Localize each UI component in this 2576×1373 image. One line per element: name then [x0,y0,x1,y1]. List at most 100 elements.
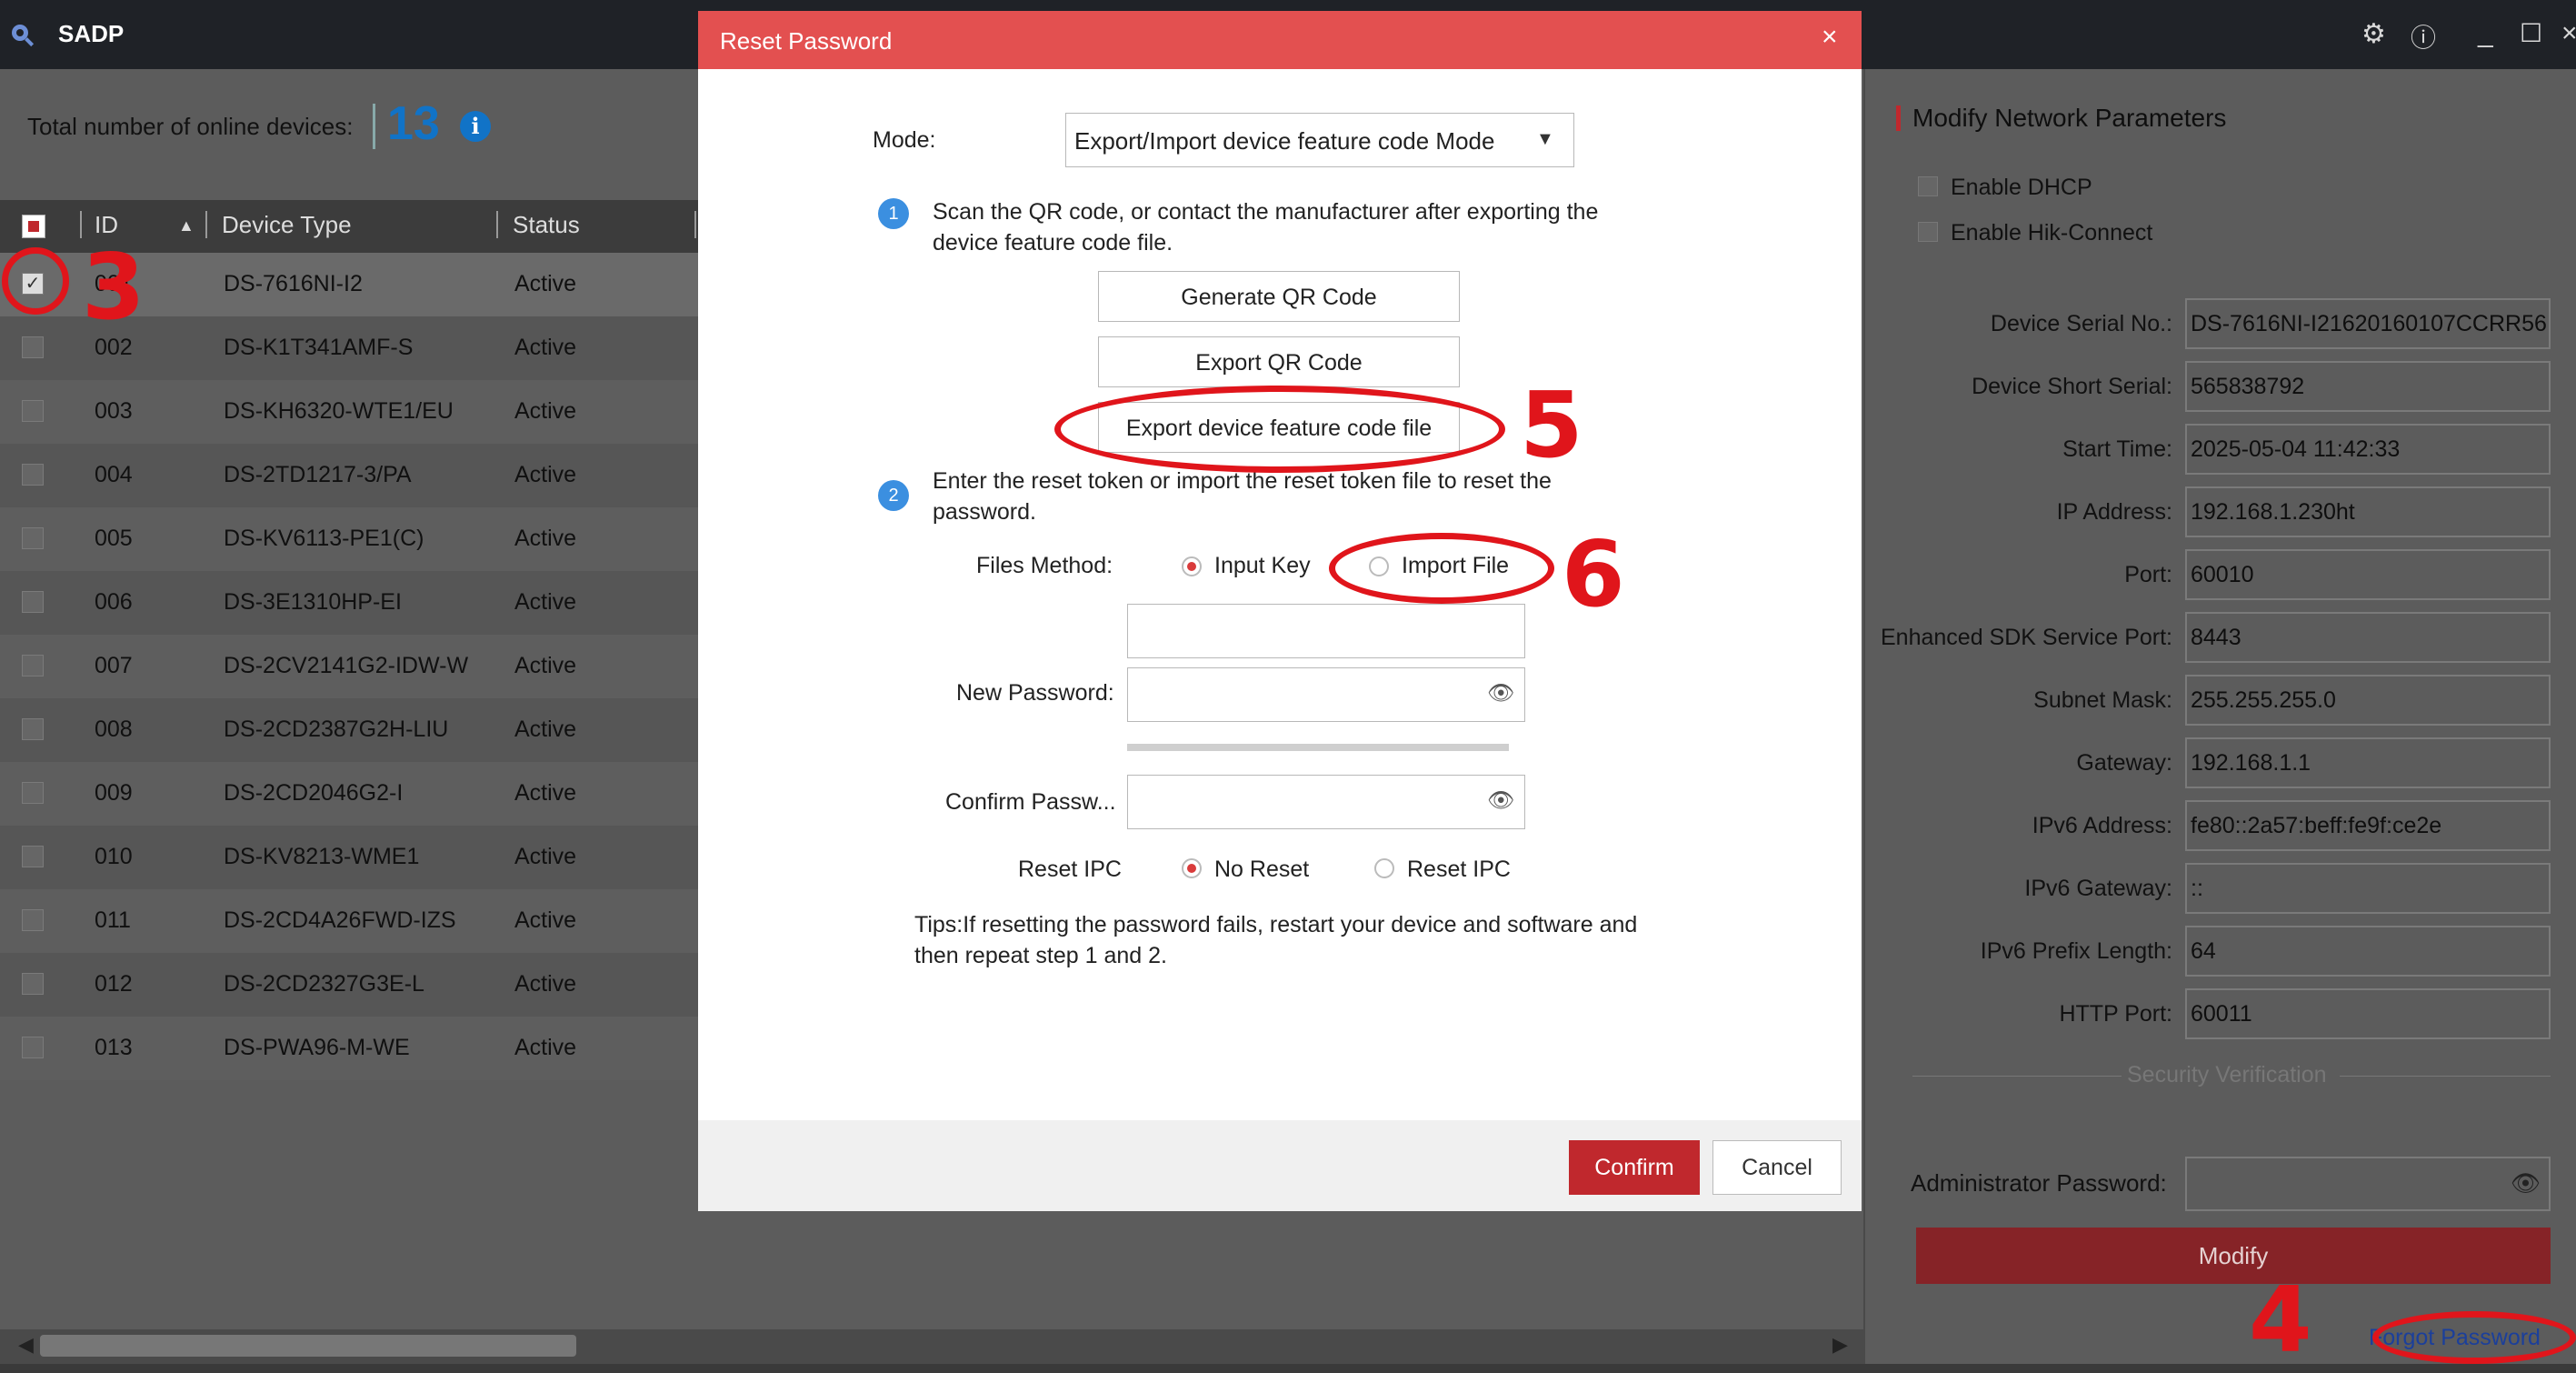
row-id: 011 [95,907,131,933]
eye-icon[interactable]: 👁 [2511,1169,2541,1198]
step-1-text-line-1: Scan the QR code, or contact the manufac… [933,199,1599,225]
scroll-left-icon[interactable]: ◀ [18,1333,34,1357]
confirm-password-label: Confirm Passw... [945,789,1116,815]
annotation-ring-3 [2,247,69,315]
tips-line-2: then repeat step 1 and 2. [914,943,1167,968]
cancel-button[interactable]: Cancel [1712,1140,1842,1195]
row-checkbox[interactable] [22,909,44,931]
confirm-password-input[interactable] [1127,775,1525,829]
row-checkbox[interactable] [22,591,44,613]
password-strength-bar [1127,744,1509,751]
row-checkbox[interactable] [22,655,44,676]
input-key-label: Input Key [1214,553,1311,578]
field-value: :: [2191,876,2203,901]
total-devices-count: 13 [387,97,440,150]
field-value: DS-7616NI-I21620160107CCRR56 [2191,311,2547,336]
modify-button[interactable]: Modify [1916,1228,2551,1284]
select-all-checkbox[interactable] [22,215,45,238]
close-window-icon[interactable]: × [2561,18,2576,49]
field-input[interactable] [2185,863,2551,914]
row-status: Active [514,335,577,360]
enable-dhcp-checkbox[interactable] [1918,176,1938,196]
step-1-text-line-2: device feature code file. [933,230,1173,256]
row-checkbox[interactable] [22,782,44,804]
modify-network-title: Modify Network Parameters [1912,104,2227,132]
divider-line [2340,1076,2551,1077]
no-reset-radio[interactable] [1182,858,1202,878]
no-reset-label: No Reset [1214,857,1310,882]
row-id: 004 [95,462,133,487]
scrollbar-thumb[interactable] [40,1335,576,1357]
chevron-down-icon[interactable]: ▼ [1536,129,1554,150]
row-device-type: DS-2CD4A26FWD-IZS [224,907,456,933]
column-header-status[interactable]: Status [513,211,580,239]
column-separator [205,211,207,238]
row-status: Active [514,780,577,806]
info-icon[interactable]: i [460,111,491,142]
input-key-radio[interactable] [1182,556,1202,576]
field-label: Start Time: [2062,436,2172,462]
row-checkbox[interactable] [22,973,44,995]
annotation-ring-4 [2372,1311,2576,1364]
field-value: 60011 [2191,1001,2252,1027]
row-status: Active [514,526,577,551]
row-id: 013 [95,1035,133,1060]
enable-hik-connect-checkbox[interactable] [1918,222,1938,242]
minimize-icon[interactable]: _ [2478,18,2493,49]
reset-ipc-radio[interactable] [1374,858,1394,878]
row-checkbox[interactable] [22,400,44,422]
enable-hik-connect-label: Enable Hik-Connect [1951,220,2153,246]
eye-icon[interactable]: 👁 [1487,787,1514,814]
row-device-type: DS-7616NI-I2 [224,271,363,296]
field-label: HTTP Port: [2059,1001,2172,1027]
scroll-right-icon[interactable]: ▶ [1832,1333,1848,1357]
field-value: fe80::2a57:beff:fe9f:ce2e [2191,813,2442,838]
column-header-device-type[interactable]: Device Type [222,211,352,239]
dialog-close-icon[interactable]: × [1822,22,1838,53]
step-2-icon: 2 [878,480,909,511]
about-icon[interactable]: ⓘ [2411,18,2436,55]
row-id: 007 [95,653,133,678]
row-checkbox[interactable] [22,336,44,358]
admin-password-input[interactable] [2185,1157,2551,1211]
generate-qr-code-button[interactable]: Generate QR Code [1098,271,1460,322]
row-status: Active [514,907,577,933]
column-separator [496,211,498,238]
row-checkbox[interactable] [22,718,44,740]
enable-dhcp-label: Enable DHCP [1951,175,2092,200]
row-checkbox[interactable] [22,464,44,486]
new-password-input[interactable] [1127,667,1525,722]
field-value: 8443 [2191,625,2242,650]
field-value: 255.255.255.0 [2191,687,2336,713]
reset-key-input[interactable] [1127,604,1525,658]
row-device-type: DS-2TD1217-3/PA [224,462,412,487]
row-checkbox[interactable] [22,846,44,867]
row-device-type: DS-3E1310HP-EI [224,589,402,615]
maximize-icon[interactable]: ☐ [2520,18,2542,48]
field-label: Subnet Mask: [2033,687,2172,713]
row-status: Active [514,844,577,869]
sort-asc-icon[interactable]: ▲ [178,216,195,236]
field-input[interactable] [2185,926,2551,977]
field-label: IPv6 Prefix Length: [1980,938,2172,964]
row-status: Active [514,717,577,742]
row-device-type: DS-2CD2387G2H-LIU [224,717,449,742]
field-label: Port: [2124,562,2172,587]
gear-icon[interactable]: ⚙ [2361,18,2386,50]
field-label: Device Short Serial: [1972,374,2172,399]
row-checkbox[interactable] [22,527,44,549]
row-id: 008 [95,717,133,742]
row-id: 010 [95,844,133,869]
app-logo-icon [12,25,35,47]
tips-line-1: Tips:If resetting the password fails, re… [914,912,1638,937]
row-checkbox[interactable] [22,1037,44,1058]
field-label: IPv6 Address: [2032,813,2172,838]
new-password-label: New Password: [956,680,1114,706]
row-status: Active [514,589,577,615]
export-qr-code-button[interactable]: Export QR Code [1098,336,1460,387]
row-device-type: DS-KV8213-WME1 [224,844,420,869]
reset-ipc-option-label: Reset IPC [1407,857,1511,882]
row-status: Active [514,971,577,997]
confirm-button[interactable]: Confirm [1569,1140,1700,1195]
eye-icon[interactable]: 👁 [1487,680,1514,707]
